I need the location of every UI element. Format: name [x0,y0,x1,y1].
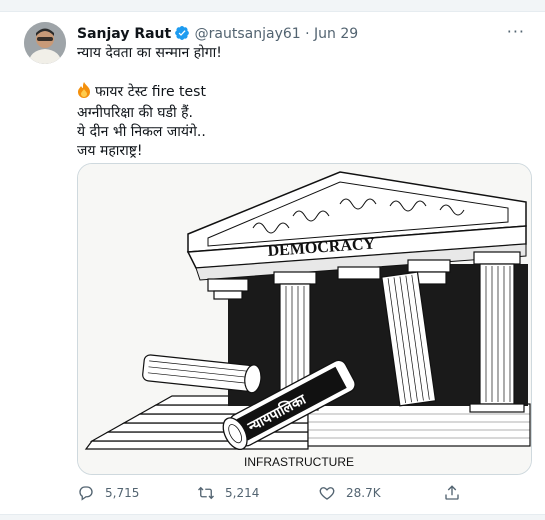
tweet-header: Sanjay Raut @rautsanjay61 · Jun 29 ··· [77,22,525,46]
tweet-line-2: फायर टेस्ट fire test [77,82,517,104]
author-handle[interactable]: @rautsanjay61 [195,26,301,42]
more-icon[interactable]: ··· [507,22,525,42]
tweet-date[interactable]: Jun 29 [314,26,358,42]
base-label: INFRASTRUCTURE [244,455,354,469]
reply-icon [77,484,95,502]
retweet-icon [197,484,215,502]
author-name[interactable]: Sanjay Raut [77,26,171,42]
tweet-line-3: अग्नीपरिक्षा की घडी हैं. [77,105,193,121]
tweet-line-4: ये दीन भी निकल जायंगे.. [77,124,206,140]
cartoon-illustration: DEMOCRACY न्यायपालिका INFRASTRUCTURE [78,164,531,474]
avatar[interactable] [24,22,66,64]
retweet-count: 5,214 [225,486,260,500]
top-divider [0,0,545,12]
tweet-media-image[interactable]: DEMOCRACY न्यायपालिका INFRASTRUCTURE [77,163,532,475]
like-icon [318,484,336,502]
like-button[interactable]: 28.7K [318,484,381,502]
avatar-image [24,22,66,64]
like-count: 28.7K [346,486,381,500]
tweet-line-5: जय महाराष्ट्र! [77,143,143,159]
share-icon [443,484,461,502]
fire-emoji-icon [77,82,91,104]
tweet-text: न्याय देवता का सन्मान होगा! फायर टेस्ट f… [77,44,517,161]
reply-button[interactable]: 5,715 [77,484,139,502]
retweet-button[interactable]: 5,214 [197,484,259,502]
tweet-line-1: न्याय देवता का सन्मान होगा! [77,45,222,61]
bottom-divider [0,514,545,520]
share-button[interactable] [443,484,461,502]
separator-dot: · [305,26,310,42]
tweet-line-2-text: फायर टेस्ट fire test [95,84,206,100]
reply-count: 5,715 [105,486,140,500]
action-bar: 5,715 5,214 28.7K [77,484,517,508]
